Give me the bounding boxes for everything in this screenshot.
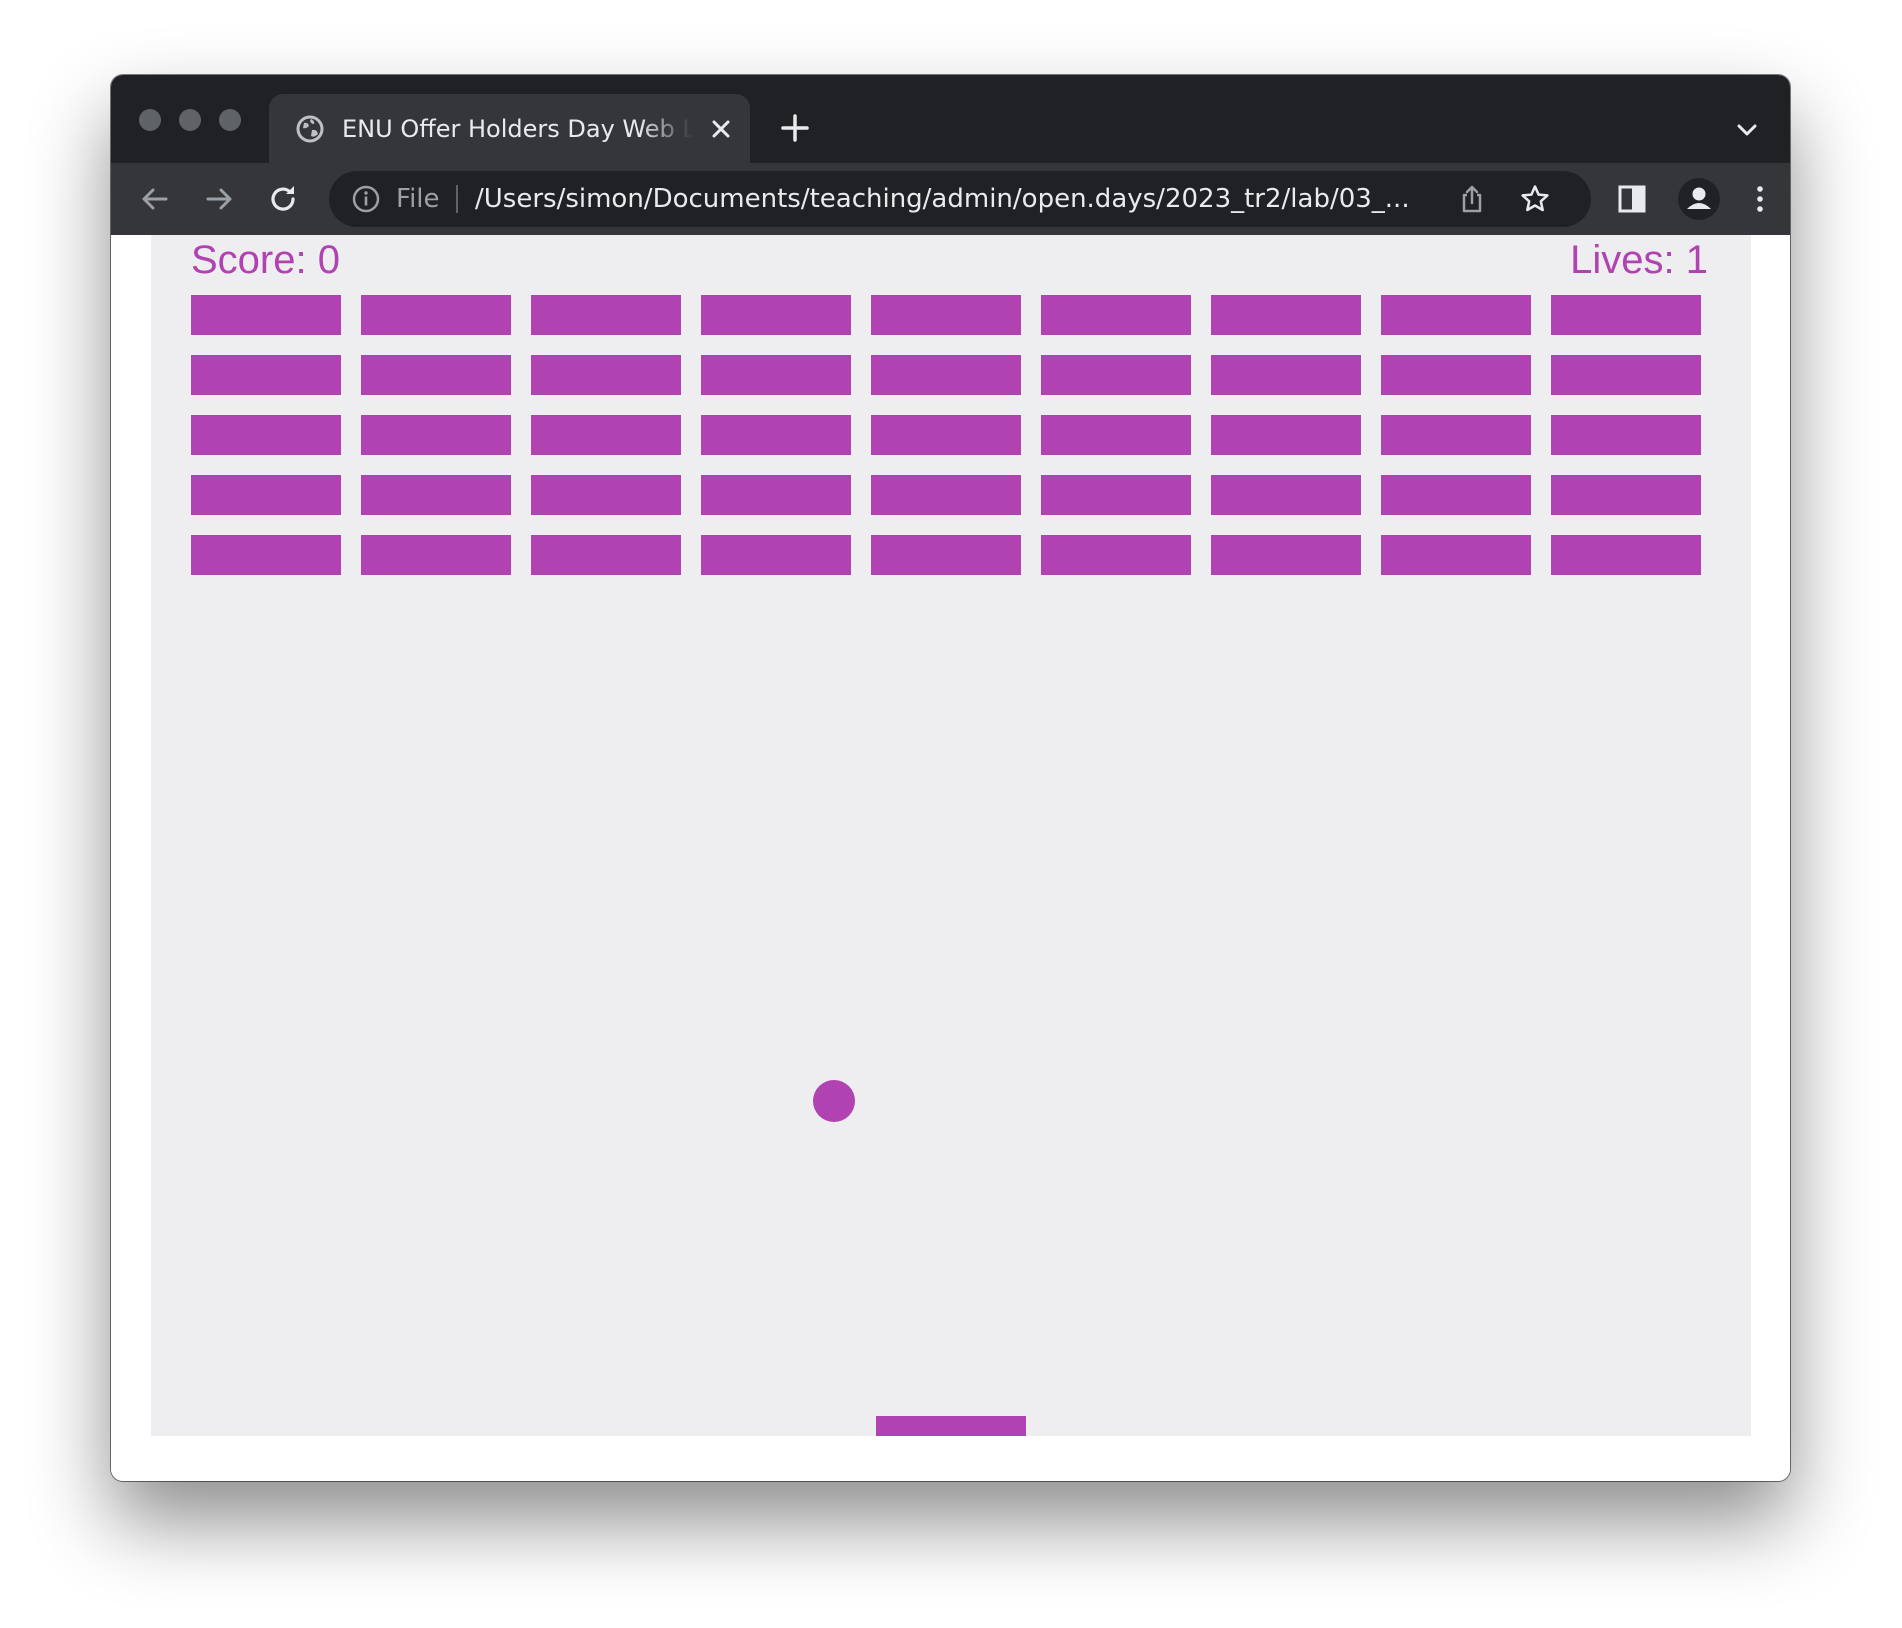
url-text[interactable]: /Users/simon/Documents/teaching/admin/op… bbox=[475, 183, 1435, 215]
minimize-window-button[interactable] bbox=[179, 109, 201, 131]
brick bbox=[871, 475, 1021, 515]
close-window-button[interactable] bbox=[139, 109, 161, 131]
brick bbox=[191, 535, 341, 575]
browser-window: ENU Offer Holders Day Web Lab File /User… bbox=[111, 75, 1790, 1481]
paddle[interactable] bbox=[876, 1416, 1026, 1436]
brick bbox=[1211, 535, 1361, 575]
brick bbox=[361, 475, 511, 515]
brick bbox=[871, 355, 1021, 395]
reload-icon[interactable] bbox=[265, 181, 301, 217]
brick bbox=[871, 295, 1021, 335]
arrow-right-icon[interactable] bbox=[201, 181, 237, 217]
brick bbox=[1211, 475, 1361, 515]
brick bbox=[1381, 295, 1531, 335]
brick bbox=[1381, 415, 1531, 455]
brick bbox=[701, 415, 851, 455]
brick bbox=[1041, 415, 1191, 455]
lives-display: Lives: 1 bbox=[1570, 238, 1708, 282]
maximize-window-button[interactable] bbox=[219, 109, 241, 131]
brick bbox=[531, 355, 681, 395]
tab-active[interactable]: ENU Offer Holders Day Web Lab bbox=[269, 94, 750, 163]
brick bbox=[1551, 295, 1701, 335]
game-canvas[interactable]: Score: 0 Lives: 1 bbox=[151, 235, 1751, 1436]
url-scheme-label: File bbox=[396, 184, 440, 214]
score-display: Score: 0 bbox=[191, 238, 340, 282]
url-separator bbox=[456, 185, 458, 213]
brick bbox=[1381, 535, 1531, 575]
brick bbox=[531, 295, 681, 335]
brick bbox=[701, 295, 851, 335]
brick bbox=[1381, 355, 1531, 395]
brick bbox=[701, 475, 851, 515]
brick bbox=[871, 535, 1021, 575]
brick bbox=[1551, 355, 1701, 395]
globe-icon bbox=[295, 114, 325, 144]
brick bbox=[1211, 415, 1361, 455]
brick bbox=[191, 475, 341, 515]
arrow-left-icon[interactable] bbox=[137, 181, 173, 217]
chevron-down-icon[interactable] bbox=[1734, 117, 1760, 143]
brick bbox=[1381, 475, 1531, 515]
page-content: Score: 0 Lives: 1 bbox=[111, 235, 1790, 1481]
brick bbox=[191, 415, 341, 455]
brick bbox=[1041, 295, 1191, 335]
brick bbox=[531, 535, 681, 575]
brick bbox=[1041, 475, 1191, 515]
brick bbox=[1551, 535, 1701, 575]
brick bbox=[1551, 415, 1701, 455]
brick bbox=[701, 535, 851, 575]
brick bbox=[1041, 355, 1191, 395]
brick bbox=[1041, 535, 1191, 575]
brick bbox=[701, 355, 851, 395]
side-panel-icon[interactable] bbox=[1614, 181, 1650, 217]
profile-icon[interactable] bbox=[1677, 177, 1721, 221]
kebab-menu-icon[interactable] bbox=[1742, 181, 1778, 217]
brick bbox=[531, 475, 681, 515]
brick bbox=[531, 415, 681, 455]
brick bbox=[1211, 355, 1361, 395]
plus-icon[interactable] bbox=[779, 112, 811, 144]
share-icon[interactable] bbox=[1456, 183, 1488, 215]
star-icon[interactable] bbox=[1519, 183, 1551, 215]
brick bbox=[191, 355, 341, 395]
brick bbox=[1551, 475, 1701, 515]
brick bbox=[361, 295, 511, 335]
tab-title: ENU Offer Holders Day Web Lab bbox=[342, 115, 692, 143]
browser-toolbar: File /Users/simon/Documents/teaching/adm… bbox=[111, 163, 1790, 235]
brick bbox=[1211, 295, 1361, 335]
brick bbox=[871, 415, 1021, 455]
tab-strip: ENU Offer Holders Day Web Lab bbox=[111, 75, 1790, 163]
ball bbox=[813, 1080, 855, 1122]
address-bar[interactable]: File /Users/simon/Documents/teaching/adm… bbox=[329, 171, 1591, 227]
close-icon[interactable] bbox=[708, 116, 734, 142]
brick bbox=[361, 415, 511, 455]
brick bbox=[361, 535, 511, 575]
info-icon[interactable] bbox=[351, 184, 381, 214]
brick bbox=[191, 295, 341, 335]
brick bbox=[361, 355, 511, 395]
